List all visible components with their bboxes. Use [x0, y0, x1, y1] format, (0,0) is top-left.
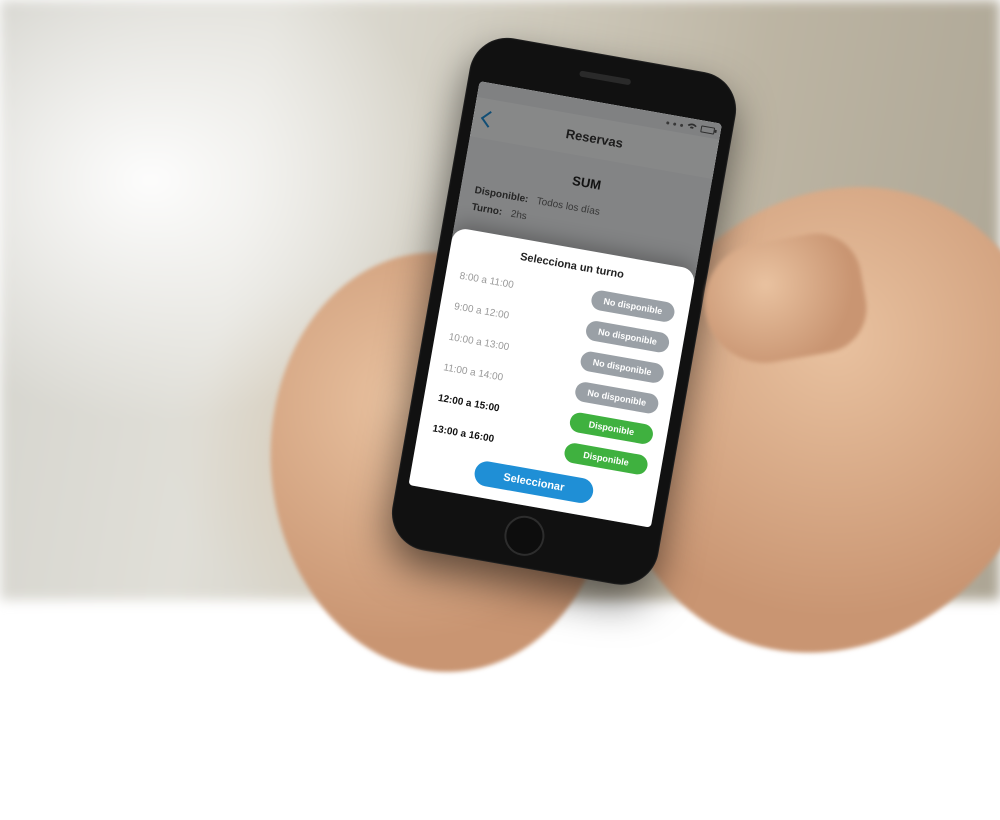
time-slot-label: 8:00 a 11:00 [459, 270, 515, 290]
time-slot-label: 11:00 a 14:00 [443, 362, 504, 383]
home-button[interactable] [501, 513, 547, 559]
time-slot-label: 10:00 a 13:00 [448, 331, 510, 352]
status-available-pill: Disponible [563, 442, 649, 476]
time-slot-label: 9:00 a 12:00 [453, 301, 510, 321]
time-slot-label: 12:00 a 15:00 [437, 392, 500, 414]
time-slot-label: 13:00 a 16:00 [432, 423, 495, 445]
time-slot-list: 8:00 a 11:00No disponible9:00 a 12:00No … [430, 263, 676, 479]
select-turn-sheet: Selecciona un turno 8:00 a 11:00No dispo… [408, 227, 696, 528]
phone-speaker [579, 70, 631, 85]
